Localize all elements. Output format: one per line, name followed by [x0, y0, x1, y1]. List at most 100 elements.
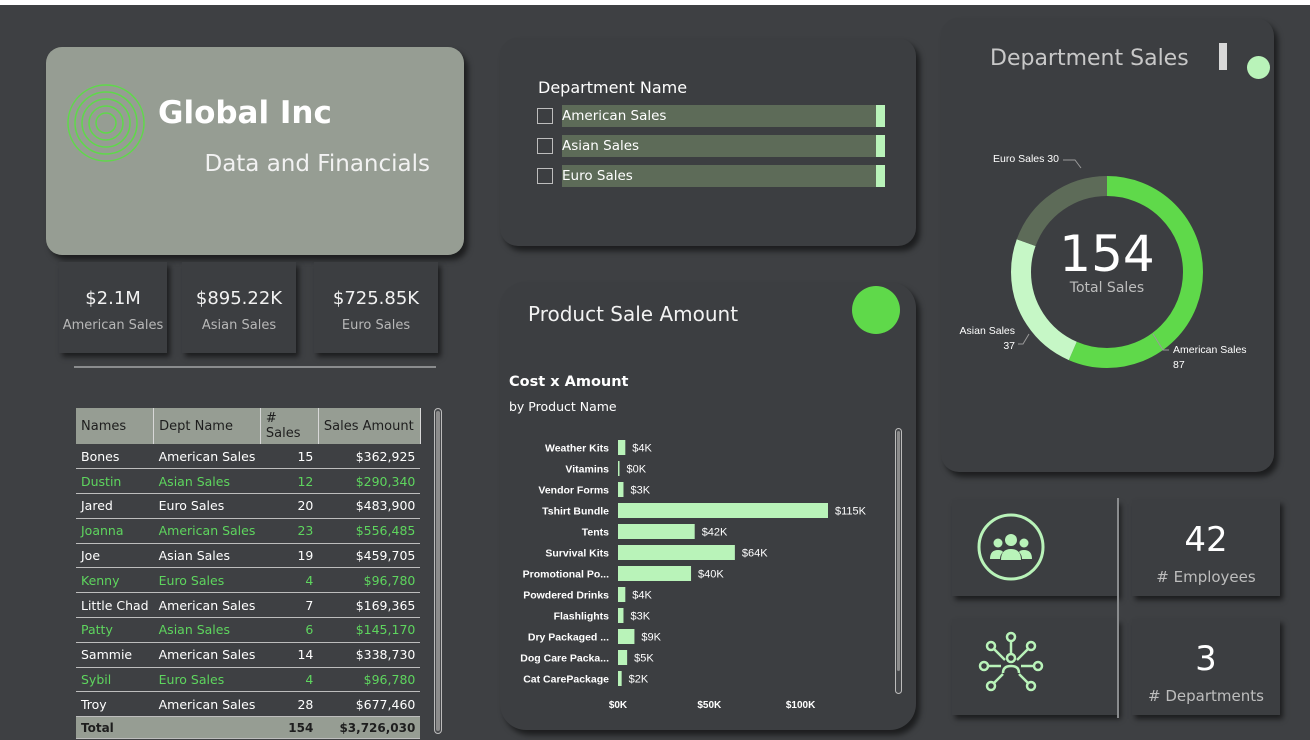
table-row[interactable]: Sammie American Sales 14 $338,730 — [76, 642, 421, 668]
kpi-value: $2.1M — [85, 288, 141, 309]
cell-sales-amount: $169,365 — [318, 592, 421, 619]
checkbox[interactable] — [537, 168, 553, 184]
cell-sales-amount: $362,925 — [318, 444, 421, 470]
employees-kpi-card[interactable]: 42 # Employees — [1132, 500, 1280, 596]
kpi-value: $725.85K — [332, 288, 420, 309]
cell-sales-count: 28 — [260, 691, 319, 718]
table-row[interactable]: Dustin Asian Sales 12 $290,340 — [76, 468, 421, 495]
bar[interactable] — [618, 566, 692, 581]
kpi-value: $895.22K — [195, 288, 283, 309]
slicer-bar-accent — [876, 165, 885, 187]
cell-sales-count: 20 — [260, 493, 319, 519]
cell-dept: Euro Sales — [153, 493, 261, 519]
slicer-item-euro[interactable]: Euro Sales — [537, 165, 887, 187]
bar[interactable] — [618, 524, 695, 539]
bar[interactable] — [618, 482, 624, 497]
table-row[interactable]: Jared Euro Sales 20 $483,900 — [76, 493, 421, 519]
table-scrollbar[interactable] — [434, 408, 442, 734]
leader-line — [1063, 159, 1082, 169]
departments-icon-card — [952, 619, 1118, 715]
category-label: Weather Kits — [545, 443, 609, 455]
kpi-card-euro[interactable]: $725.85K Euro Sales — [314, 262, 438, 353]
category-label: Cat CarePackage — [523, 674, 609, 686]
data-label: $115K — [835, 506, 867, 518]
department-slicer-card: Department Name American Sales Asian Sal… — [500, 38, 916, 246]
table-total-row: Total 154 $3,726,030 — [76, 716, 421, 740]
bar[interactable] — [618, 440, 626, 455]
company-subtitle: Data and Financials — [204, 151, 430, 177]
scrollbar-thumb[interactable] — [897, 431, 900, 671]
data-label: $9K — [641, 632, 661, 644]
bar[interactable] — [618, 671, 622, 686]
status-dot[interactable] — [852, 286, 900, 334]
column-header-sales-amount[interactable]: Sales Amount — [318, 408, 421, 444]
table-row[interactable]: Patty Asian Sales 6 $145,170 — [76, 617, 421, 643]
company-name: Global Inc — [158, 95, 332, 131]
bar[interactable] — [618, 461, 620, 476]
bar[interactable] — [618, 650, 628, 665]
product-card-title: Product Sale Amount — [528, 302, 739, 326]
cell-dept: Euro Sales — [153, 567, 261, 594]
bar[interactable] — [618, 629, 635, 644]
sales-table[interactable]: Names Dept Name # Sales Sales Amount Bon… — [76, 408, 421, 740]
category-label: Vitamins — [565, 464, 609, 476]
bar[interactable] — [618, 545, 735, 560]
slicer-bar-accent — [876, 135, 885, 157]
employees-count: 42 — [1184, 520, 1228, 560]
category-label: Tents — [582, 527, 609, 539]
table-row[interactable]: Kenny Euro Sales 4 $96,780 — [76, 567, 421, 594]
cell-sales-amount: $483,900 — [318, 493, 421, 519]
department-donut-chart[interactable]: 154Total Sales Euro Sales 30 Asian Sales 37… — [941, 18, 1274, 472]
cell-sales-count: 12 — [260, 468, 319, 495]
cell-name: Sammie — [76, 642, 154, 668]
divider — [74, 366, 436, 368]
donut-label-asian: Asian Sales — [960, 325, 1015, 337]
logo-card: Global Inc Data and Financials — [46, 47, 464, 255]
slicer-item-asian[interactable]: Asian Sales — [537, 135, 887, 157]
donut-center-label: Total Sales — [1069, 280, 1144, 296]
column-header-sales-count[interactable]: # Sales — [260, 408, 319, 444]
data-label: $2K — [629, 674, 649, 686]
departments-kpi-card[interactable]: 3 # Departments — [1132, 619, 1280, 715]
total-dept — [153, 716, 261, 740]
cell-sales-amount: $459,705 — [318, 543, 421, 569]
cell-dept: Euro Sales — [153, 667, 261, 693]
checkbox[interactable] — [537, 138, 553, 154]
category-label: Powdered Drinks — [523, 590, 609, 602]
table-row[interactable]: Little Chad American Sales 7 $169,365 — [76, 592, 421, 619]
category-label: Dog Care Packa... — [520, 653, 609, 665]
chart-scrollbar[interactable] — [895, 428, 902, 694]
data-label: $4K — [632, 590, 652, 602]
scrollbar-thumb[interactable] — [436, 411, 440, 731]
slicer-item-american[interactable]: American Sales — [537, 105, 887, 127]
product-bar-chart[interactable]: Weather Kits $4K Vitamins $0K Vendor Forms $3… — [500, 422, 892, 722]
bar[interactable] — [618, 503, 828, 518]
kpi-label: Asian Sales — [201, 318, 277, 333]
x-tick-label: $100K — [786, 700, 816, 711]
category-label: Vendor Forms — [538, 485, 609, 497]
kpi-card-american[interactable]: $2.1M American Sales — [59, 262, 167, 353]
departments-count: 3 — [1195, 639, 1217, 679]
bar[interactable] — [618, 587, 626, 602]
slicer-bar-accent — [876, 105, 885, 127]
table-row[interactable]: Sybil Euro Sales 4 $96,780 — [76, 667, 421, 693]
bar[interactable] — [618, 608, 624, 623]
cell-sales-count: 19 — [260, 543, 319, 569]
data-label: $3K — [630, 611, 650, 623]
donut-center-value: 154 — [1059, 225, 1154, 283]
cell-name: Kenny — [76, 567, 154, 594]
table-row[interactable]: Joe Asian Sales 19 $459,705 — [76, 543, 421, 569]
table-row[interactable]: Bones American Sales 15 $362,925 — [76, 444, 421, 470]
cell-name: Jared — [76, 493, 154, 519]
column-header-names[interactable]: Names — [76, 408, 155, 444]
leader-line — [1018, 333, 1030, 345]
table-row[interactable]: Joanna American Sales 23 $556,485 — [76, 518, 421, 544]
checkbox[interactable] — [537, 108, 553, 124]
slicer-item-label: Asian Sales — [562, 138, 640, 154]
table-row[interactable]: Troy American Sales 28 $677,460 — [76, 691, 421, 718]
kpi-card-asian[interactable]: $895.22K Asian Sales — [182, 262, 296, 353]
concentric-circles-icon — [67, 84, 145, 162]
cell-dept: Asian Sales — [153, 543, 261, 569]
column-header-dept[interactable]: Dept Name — [153, 408, 261, 444]
donut-value-american: 87 — [1173, 359, 1185, 371]
